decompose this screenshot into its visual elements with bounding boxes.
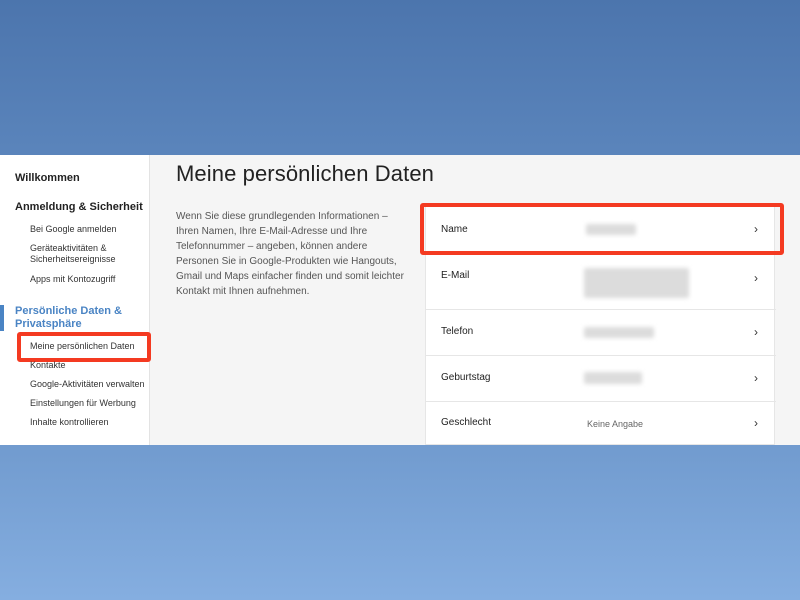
nav-section-personal-info[interactable]: Persönliche Daten & Privatsphäre [15,305,145,331]
nav-welcome[interactable]: Willkommen [15,172,145,185]
row-label: Geburtstag [441,372,491,383]
nav-item-content-control[interactable]: Inhalte kontrollieren [30,417,148,428]
row-phone[interactable]: Telefon › [426,310,776,356]
nav-item-contacts[interactable]: Kontakte [30,360,148,371]
nav-item-device-activity[interactable]: Geräteaktivitäten & Sicherheitsereigniss… [30,243,148,265]
row-label: E-Mail [441,270,470,281]
row-email[interactable]: E-Mail › [426,254,776,310]
row-birthday[interactable]: Geburtstag › [426,356,776,402]
nav-item-ad-settings[interactable]: Einstellungen für Werbung [30,398,148,409]
chevron-right-icon: › [754,325,758,339]
row-value: Keine Angabe [587,419,644,429]
account-settings-window: Willkommen Anmeldung & Sicherheit Bei Go… [0,155,800,445]
row-label: Telefon [441,326,474,337]
redacted-value [584,327,654,338]
nav-item-connected-apps[interactable]: Apps mit Kontozugriff [30,274,148,285]
active-section-indicator [0,305,4,331]
nav-section-security[interactable]: Anmeldung & Sicherheit [15,201,145,214]
row-label: Geschlecht [441,417,492,428]
chevron-right-icon: › [754,271,758,285]
chevron-right-icon: › [754,416,758,430]
row-gender[interactable]: Geschlecht Keine Angabe › [426,402,776,445]
redacted-value [584,268,689,298]
chevron-right-icon: › [754,371,758,385]
highlight-name-row [420,203,784,255]
sidebar: Willkommen Anmeldung & Sicherheit Bei Go… [0,155,151,445]
nav-item-google-activity[interactable]: Google-Aktivitäten verwalten [30,379,148,390]
page-title: Meine persönlichen Daten [176,161,434,186]
nav-item-google-sign-in[interactable]: Bei Google anmelden [30,224,148,235]
nav-item-my-personal-data[interactable]: Meine persönlichen Daten [30,341,148,352]
redacted-value [584,372,642,384]
page-description: Wenn Sie diese grundlegenden Information… [176,211,404,297]
